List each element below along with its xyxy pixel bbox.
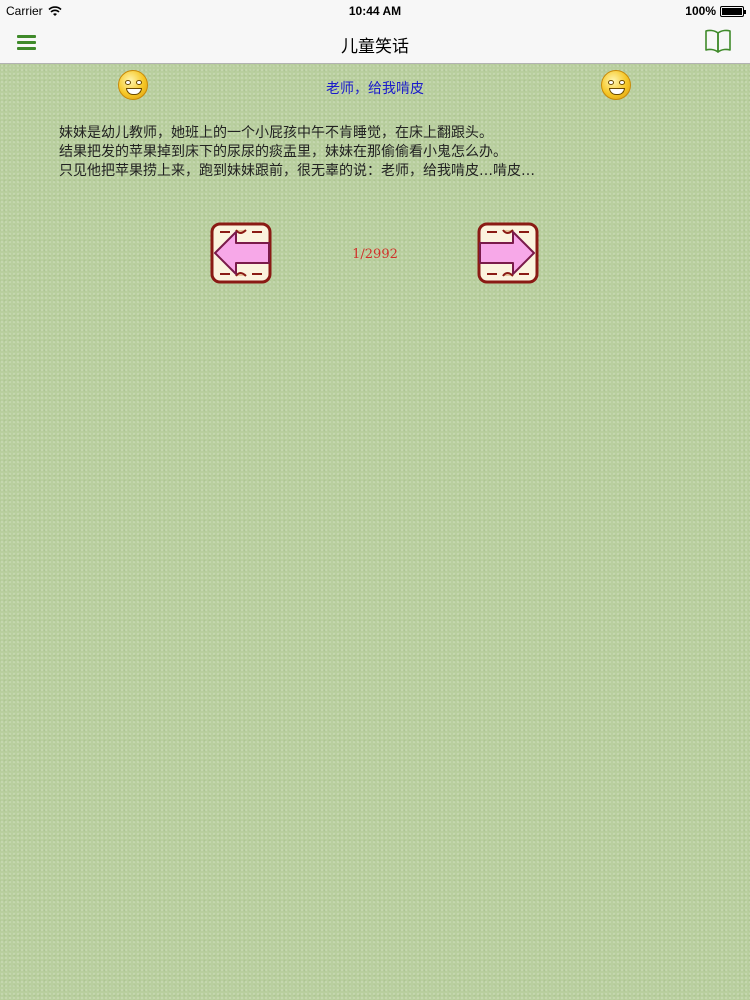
arrow-right-icon <box>477 222 539 284</box>
page-counter: 1/2992 <box>352 247 398 262</box>
status-bar: Carrier 10:44 AM 100% <box>0 0 750 22</box>
battery-icon <box>720 5 746 17</box>
joke-line: 妹妹是幼儿教师，她班上的一个小屁孩中午不肯睡觉，在床上翻跟头。 <box>59 125 493 141</box>
book-icon <box>705 29 731 53</box>
joke-body: 妹妹是幼儿教师，她班上的一个小屁孩中午不肯睡觉，在床上翻跟头。 结果把发的苹果掉… <box>59 124 699 181</box>
joke-header: 老师，给我啃皮 <box>0 70 750 102</box>
smiley-right-icon <box>601 70 631 100</box>
joke-line: 只见他把苹果捞上来，跑到妹妹跟前，很无辜的说：老师，给我啃皮…啃皮… <box>59 163 535 179</box>
page-title: 儿童笑话 <box>341 37 409 57</box>
status-time: 10:44 AM <box>348 4 402 18</box>
next-button[interactable] <box>477 222 539 284</box>
book-button[interactable] <box>704 28 732 54</box>
battery-percent: 100% <box>685 4 716 18</box>
joke-line: 结果把发的苹果掉到床下的尿尿的痰盂里，妹妹在那偷偷看小鬼怎么办。 <box>59 144 507 160</box>
battery-fill <box>722 7 742 15</box>
status-right: 100% <box>685 4 746 18</box>
navigation-bar: 儿童笑话 <box>0 22 750 64</box>
joke-title: 老师，给我啃皮 <box>326 81 424 97</box>
